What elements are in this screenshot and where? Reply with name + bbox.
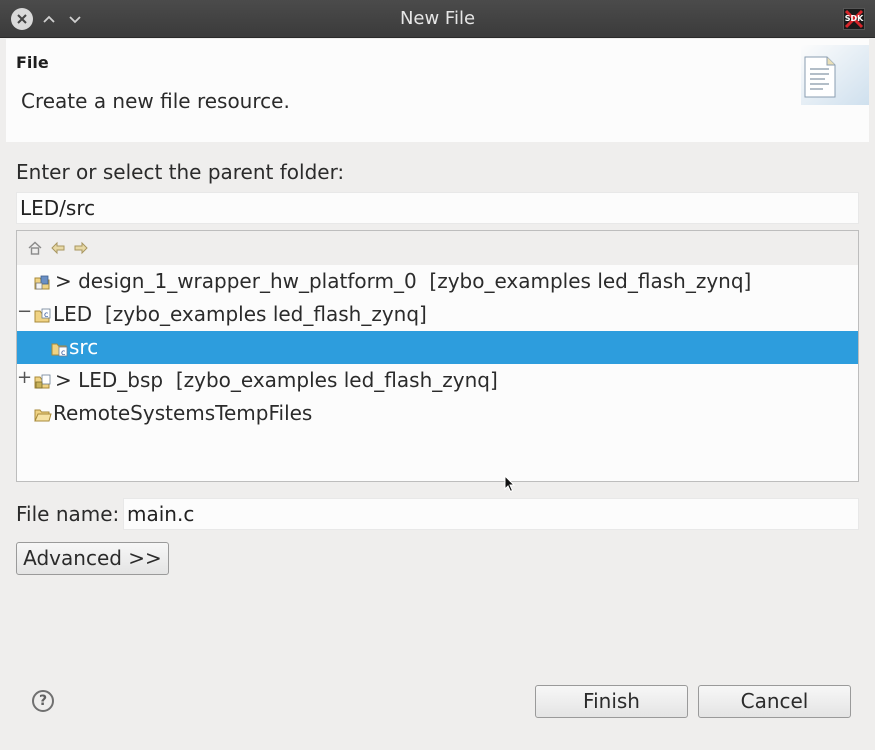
svg-text:c: c (61, 348, 65, 357)
title-bar: New File SDK (0, 0, 875, 38)
tree-item-hw-platform[interactable]: > design_1_wrapper_hw_platform_0 [zybo_e… (17, 265, 858, 298)
window-title: New File (399, 8, 476, 29)
tree-item-label: src (69, 335, 99, 359)
sdk-logo-icon: SDK (843, 8, 865, 30)
collapse-toggle[interactable]: − (17, 301, 32, 322)
wizard-header: File Create a new file resource. (6, 39, 869, 142)
svg-text:c: c (44, 310, 48, 319)
parent-folder-input[interactable]: LED/src (16, 192, 859, 224)
tree-item-led-bsp[interactable]: + > LED_bsp [zybo_examples led_flash_zyn… (17, 364, 858, 397)
forward-button[interactable] (73, 240, 89, 256)
tree-item-label: RemoteSystemsTempFiles (53, 401, 313, 425)
advanced-button[interactable]: Advanced >> (16, 542, 169, 575)
mouse-cursor-icon (504, 474, 516, 493)
expand-toggle[interactable]: + (17, 367, 32, 388)
tree-item-label: > design_1_wrapper_hw_platform_0 [zybo_e… (55, 269, 752, 293)
new-file-wizard-icon (801, 45, 869, 105)
cancel-button[interactable]: Cancel (698, 685, 851, 718)
home-button[interactable] (27, 240, 43, 256)
back-button[interactable] (50, 240, 66, 256)
tree-item-remote-systems[interactable]: RemoteSystemsTempFiles (17, 397, 858, 430)
finish-button[interactable]: Finish (535, 685, 688, 718)
tree-toolbar (17, 231, 858, 265)
help-icon[interactable]: ? (32, 690, 54, 712)
tree-item-src[interactable]: c src (17, 331, 858, 364)
folder-icon (34, 405, 52, 423)
arrow-right-icon (74, 241, 88, 255)
file-name-label: File name: (16, 502, 120, 526)
tree-item-led[interactable]: − c LED [zybo_examples led_flash_zynq] (17, 298, 858, 331)
bsp-project-icon (34, 372, 52, 390)
arrow-left-icon (51, 241, 65, 255)
page-title: File (16, 53, 49, 72)
c-project-icon: c (34, 306, 52, 324)
parent-folder-label: Enter or select the parent folder: (16, 160, 345, 184)
folder-tree[interactable]: > design_1_wrapper_hw_platform_0 [zybo_e… (16, 230, 859, 482)
page-description: Create a new file resource. (21, 89, 290, 113)
file-name-input[interactable]: main.c (123, 498, 859, 530)
tree-item-label: > LED_bsp [zybo_examples led_flash_zynq] (55, 368, 498, 392)
source-folder-icon: c (51, 339, 69, 357)
home-icon (28, 241, 42, 255)
sdk-logo-text: SDK (844, 14, 864, 23)
tree-item-label: LED [zybo_examples led_flash_zynq] (53, 302, 427, 326)
hw-project-icon (34, 273, 52, 291)
